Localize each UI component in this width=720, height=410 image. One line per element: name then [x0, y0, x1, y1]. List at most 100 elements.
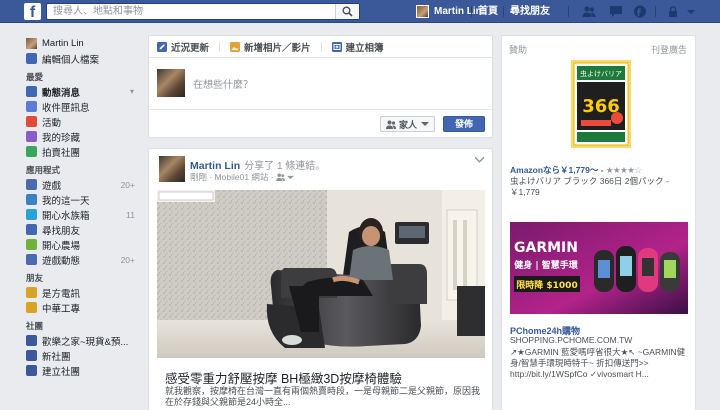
account-menu-chevron-down-icon[interactable] [686, 5, 696, 18]
sidebar-item-label: 中華工專 [42, 303, 81, 315]
post-options-chevron-icon[interactable] [475, 156, 484, 163]
sidebar-item[interactable]: 建立社團 [26, 363, 140, 378]
ad-product-image[interactable]: 虫よけバリア 366 [571, 60, 631, 148]
sidebar-item[interactable]: 歡樂之家~現貨&預... [26, 333, 140, 348]
create-ad-link[interactable]: 刊登廣告 [651, 43, 687, 56]
sidebar-item-label: 遊戲動態 [42, 255, 81, 267]
search-icon [342, 6, 353, 17]
sidebar-item-icon [26, 101, 37, 112]
sidebar-item-label: 歡樂之家~現貨&預... [42, 336, 129, 348]
privacy-group-icon[interactable] [276, 173, 285, 181]
nav-home-link[interactable]: 首頁 [478, 4, 498, 19]
sidebar-item-label: 動態消息 [42, 87, 81, 99]
audience-selector[interactable]: 家人 [379, 116, 435, 132]
sidebar-item-icon [26, 350, 37, 361]
sidebar-item[interactable]: 新社團 [26, 348, 140, 363]
sidebar-item[interactable]: 動態消息 ▾ [26, 84, 140, 99]
sidebar-item-count: 20+ [120, 254, 135, 265]
top-navigation-bar: f Martin Lin 首頁 尋找朋友 [0, 0, 720, 23]
sidebar-item-icon [26, 146, 37, 157]
tab-status-update[interactable]: 近況更新 [157, 40, 209, 54]
sidebar-item[interactable]: 遊戲動態 20+ [26, 252, 140, 267]
tab-create-album[interactable]: 建立相簿 [331, 40, 384, 54]
sidebar-profile-link[interactable]: Martin Lin [26, 36, 140, 51]
composer-tabs: 近況更新 新增相片／影片 建立相簿 [149, 36, 492, 58]
avatar[interactable] [159, 156, 185, 182]
avatar [26, 38, 37, 49]
sidebar-item-icon [26, 302, 37, 313]
sidebar-item[interactable]: 是方電訊 [26, 285, 140, 300]
search-button[interactable] [335, 4, 359, 19]
friend-requests-icon[interactable] [582, 5, 596, 18]
rating-stars: ★★★★☆ [605, 165, 642, 175]
sidebar-item-label: 活動 [42, 117, 62, 129]
sidebar-item[interactable]: 拍賣社團 [26, 144, 140, 159]
nav-divider [655, 6, 656, 17]
composer-input[interactable]: 在想些什麼？ [193, 76, 253, 91]
sidebar-item[interactable]: 收件匣訊息 [26, 99, 140, 114]
ad-description: ↗★GARMIN 藍愛嗎呼省很大★↖ ~GARMIN健身/智慧手環現時特千~ 折… [510, 347, 686, 379]
ad-description: 虫よけバリア ブラック 366日 2個パック - ￥1,779 [510, 176, 669, 197]
link-description: 就我觀察，按摩椅在台灣一直有兩個熱賣時段，一是母親節二是父親節，原因我在於存錢與… [165, 386, 481, 407]
avatar [416, 5, 429, 18]
search-box[interactable] [46, 3, 360, 20]
sidebar-item-label: 編輯個人檔案 [42, 54, 100, 66]
sidebar-item-label: 尋找朋友 [42, 225, 81, 237]
sidebar-item-icon [26, 239, 37, 250]
sidebar-section-header[interactable]: 社團 [26, 319, 140, 333]
privacy-lock-icon[interactable] [666, 5, 680, 18]
edit-profile-icon [26, 53, 37, 64]
nav-divider [471, 6, 472, 17]
sponsored-heading: 贊助 [509, 45, 528, 55]
chevron-down-icon [421, 122, 429, 126]
link-preview-image[interactable] [157, 190, 485, 358]
ad-banner-tagline: 健身 | 智慧手環 [514, 259, 579, 271]
sidebar-item[interactable]: 開心水族箱 11 [26, 207, 140, 222]
post-button[interactable]: 發佈 [443, 116, 485, 132]
tab-divider [219, 41, 221, 52]
sidebar-section-header[interactable]: 應用程式 [26, 163, 140, 177]
ad-domain: SHOPPING.PCHOME.COM.TW [510, 335, 633, 345]
sidebar-item[interactable]: 尋找朋友 [26, 222, 140, 237]
sidebar-item[interactable]: 我的珍藏 [26, 129, 140, 144]
sidebar-edit-profile[interactable]: 編輯個人檔案 [26, 51, 140, 66]
sidebar-item-icon [26, 335, 37, 346]
tab-add-photo-video[interactable]: 新增相片／影片 [230, 40, 311, 54]
ad-banner-promo: 限時降 $1000 [516, 279, 577, 291]
sidebar-item[interactable]: 中華工專 [26, 300, 140, 315]
post-timestamp[interactable]: 剛剛 · Mobile01 網站 · [190, 172, 276, 182]
ad-banner-image[interactable]: GARMIN 健身 | 智慧手環 限時降 $1000 [510, 222, 688, 314]
avatar [157, 69, 185, 97]
chevron-down-icon[interactable] [287, 175, 294, 180]
messages-icon[interactable] [609, 5, 623, 18]
sidebar-item[interactable]: 開心農場 [26, 237, 140, 252]
sidebar-item[interactable]: 活動 [26, 114, 140, 129]
post-header: Martin Lin 分享了 1 條連結。 [190, 157, 325, 172]
composer-body[interactable]: 在想些什麼？ [157, 68, 484, 98]
sidebar-section-header[interactable]: 最愛 [26, 70, 140, 84]
photo-icon [230, 41, 241, 52]
sidebar-item-label: 拍賣社團 [42, 147, 81, 159]
link-title[interactable]: 感受零重力舒壓按摩 BH極緻3D按摩椅體驗 [165, 368, 402, 387]
sidebar-item-label: 建立社團 [42, 366, 81, 378]
sidebar-item[interactable]: 遊戲 20+ [26, 177, 140, 192]
facebook-logo[interactable]: f [24, 3, 41, 20]
nav-user-name: Martin Lin [434, 6, 482, 17]
sidebar-item-count: 20+ [120, 179, 135, 190]
ad-title-text: Amazonなら￥1,779～ - [510, 165, 604, 175]
composer-footer: 家人 發佈 [149, 109, 492, 137]
pencil-icon [157, 41, 167, 52]
sidebar-item-label: 開心水族箱 [42, 210, 90, 222]
notifications-icon[interactable] [633, 5, 647, 18]
sidebar-item-icon [26, 209, 37, 220]
post-composer: 近況更新 新增相片／影片 建立相簿 在想些什麼？ 家人 發佈 [148, 35, 493, 138]
search-input[interactable] [47, 4, 337, 19]
ad-banner-brand: GARMIN [514, 240, 578, 256]
sidebar-item[interactable]: 我的這一天 [26, 192, 140, 207]
sidebar-item-icon [26, 254, 37, 265]
sidebar-item-label: 新社團 [42, 351, 71, 363]
sidebar-section-header[interactable]: 朋友 [26, 271, 140, 285]
ad-title[interactable]: Amazonなら￥1,779～ - ★★★★☆ [510, 164, 690, 176]
nav-find-friends-link[interactable]: 尋找朋友 [510, 4, 550, 19]
chevron-down-icon[interactable]: ▾ [130, 87, 134, 96]
